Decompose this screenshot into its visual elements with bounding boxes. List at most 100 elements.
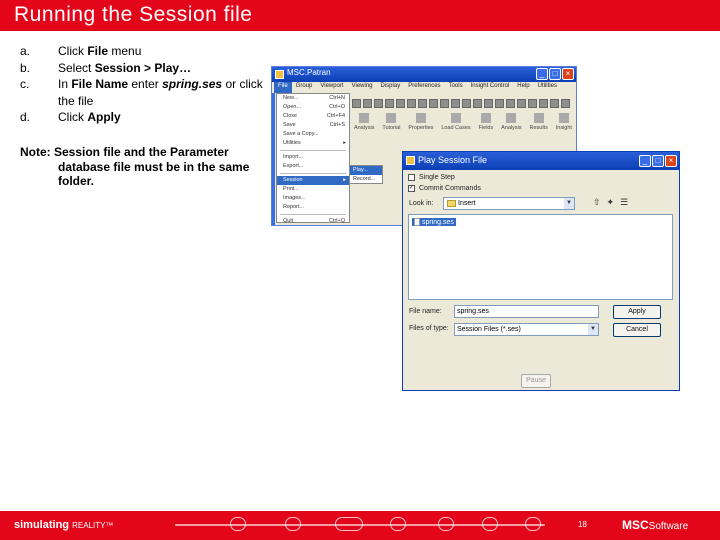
close-icon[interactable]: × — [562, 68, 574, 80]
menu-item-images[interactable]: Images... — [277, 194, 349, 203]
filetype-select[interactable]: Session Files (*.ses) ▼ — [454, 323, 599, 336]
side-strip — [272, 93, 275, 225]
menu-item-save-copy[interactable]: Save a Copy... — [277, 130, 349, 139]
toolbar-icon[interactable] — [440, 99, 449, 108]
app-icon — [275, 70, 284, 79]
close-icon[interactable]: × — [665, 155, 677, 167]
menu-item-new[interactable]: New... Ctrl+N — [277, 94, 349, 103]
footer-brand: simulating REALITY™ — [14, 519, 114, 531]
msc-logo: MSCSoftware — [622, 518, 689, 532]
dialog-window-controls: _ □ × — [639, 155, 677, 167]
toolbar-icon[interactable] — [495, 99, 504, 108]
menu-group[interactable]: Group — [292, 82, 317, 93]
target-icon — [390, 517, 406, 531]
menu-item-close[interactable]: Close Ctrl+F4 — [277, 112, 349, 121]
menu-item-save[interactable]: Save Ctrl+S — [277, 121, 349, 130]
airplane-icon — [230, 517, 246, 531]
menu-help[interactable]: Help — [513, 82, 533, 93]
app-button[interactable]: Properties — [408, 113, 433, 135]
toolbar-icon[interactable] — [561, 99, 570, 108]
toolbar-icon[interactable] — [363, 99, 372, 108]
step-letter: c. — [20, 77, 30, 91]
menu-item-session[interactable]: Session ▸ — [277, 176, 349, 185]
step-letter: d. — [20, 110, 31, 124]
app-button[interactable]: Load Cases — [441, 113, 471, 135]
filename-input[interactable]: spring.ses — [454, 305, 599, 318]
toolbar-icon[interactable] — [550, 99, 559, 108]
maximize-icon[interactable]: □ — [652, 155, 664, 167]
app-button[interactable]: Fields — [479, 113, 493, 135]
toolbar-icon[interactable] — [506, 99, 515, 108]
menu-display[interactable]: Display — [377, 82, 405, 93]
view-menu-icon[interactable]: ☰ — [620, 197, 628, 208]
toolbar-icon[interactable] — [539, 99, 548, 108]
note-rest: database file must be in the same folder… — [58, 159, 250, 189]
app-icon — [415, 113, 426, 123]
toolbar-icon[interactable] — [385, 99, 394, 108]
toolbar-icon[interactable] — [462, 99, 471, 108]
toolbar-icon[interactable] — [374, 99, 383, 108]
patran-toolbar — [350, 97, 576, 111]
minimize-icon[interactable]: _ — [639, 155, 651, 167]
lookin-select[interactable]: Insert ▼ — [443, 197, 575, 210]
toolbar-icon[interactable] — [517, 99, 526, 108]
menu-preferences[interactable]: Preferences — [404, 82, 444, 93]
menu-item-quit[interactable]: Quit Ctrl+Q — [277, 217, 349, 225]
app-icon — [386, 113, 397, 123]
toolbar-icon[interactable] — [407, 99, 416, 108]
menu-viewing[interactable]: Viewing — [348, 82, 377, 93]
commit-commands-option[interactable]: ✓ Commit Commands — [408, 185, 481, 192]
new-folder-icon[interactable]: ✦ — [607, 197, 615, 208]
app-button[interactable]: Tutorial — [382, 113, 400, 135]
commit-commands-checkbox[interactable]: ✓ — [408, 185, 415, 192]
submenu-item-record[interactable]: Record... — [350, 175, 382, 184]
file-item-spring[interactable]: spring.ses — [412, 218, 456, 226]
chevron-down-icon[interactable]: ▼ — [588, 324, 598, 335]
single-step-option[interactable]: Single Step — [408, 174, 455, 181]
file-list[interactable]: spring.ses — [408, 214, 673, 300]
car-icon — [285, 517, 301, 531]
menu-separator — [280, 173, 346, 174]
pause-button[interactable]: Pause — [521, 374, 551, 388]
toolbar-icon[interactable] — [473, 99, 482, 108]
menu-tools[interactable]: Tools — [445, 82, 467, 93]
toolbar-icon[interactable] — [352, 99, 361, 108]
app-button[interactable]: Analysis — [354, 113, 374, 135]
note-line1: Note: Session file and the Parameter — [20, 145, 229, 159]
toolbar-icon[interactable] — [396, 99, 405, 108]
menu-item-import[interactable]: Import... — [277, 153, 349, 162]
menu-viewport[interactable]: Viewport — [316, 82, 347, 93]
step-text: Click Apply — [58, 110, 121, 124]
app-icon — [450, 113, 461, 123]
menu-item-print[interactable]: Print... — [277, 185, 349, 194]
app-button[interactable]: Results — [530, 113, 548, 135]
menu-utilities[interactable]: Utilities — [534, 82, 561, 93]
toolbar-icon[interactable] — [484, 99, 493, 108]
apply-button[interactable]: Apply — [613, 305, 661, 319]
bottle-icon — [525, 517, 541, 531]
menu-item-report[interactable]: Report... — [277, 203, 349, 212]
toolbar-icon[interactable] — [451, 99, 460, 108]
step-d: d. Click Apply — [20, 109, 265, 126]
toolbar-icon[interactable] — [528, 99, 537, 108]
minimize-icon[interactable]: _ — [536, 68, 548, 80]
menu-item-open[interactable]: Open... Ctrl+O — [277, 103, 349, 112]
footer-bar: simulating REALITY™ 18 MSCSoftware — [0, 511, 720, 540]
cancel-button[interactable]: Cancel — [613, 323, 661, 337]
menu-item-utilities[interactable]: Utilities ▸ — [277, 139, 349, 148]
step-text: In File Name enter spring.ses or click t… — [58, 77, 263, 108]
nav-toolbar: ⇧ ✦ ☰ — [593, 197, 628, 208]
menu-insight-control[interactable]: Insight Control — [467, 82, 514, 93]
step-text: Select Session > Play… — [58, 60, 192, 75]
up-folder-icon[interactable]: ⇧ — [593, 197, 601, 208]
menu-item-export[interactable]: Export... — [277, 162, 349, 171]
single-step-checkbox[interactable] — [408, 174, 415, 181]
app-button[interactable]: Insight — [556, 113, 572, 135]
maximize-icon[interactable]: □ — [549, 68, 561, 80]
app-button[interactable]: Analysis — [501, 113, 522, 135]
submenu-item-play[interactable]: Play... — [350, 166, 382, 175]
toolbar-icon[interactable] — [429, 99, 438, 108]
toolbar-icon[interactable] — [418, 99, 427, 108]
menu-file[interactable]: File — [274, 82, 292, 93]
chevron-down-icon[interactable]: ▼ — [564, 198, 574, 209]
